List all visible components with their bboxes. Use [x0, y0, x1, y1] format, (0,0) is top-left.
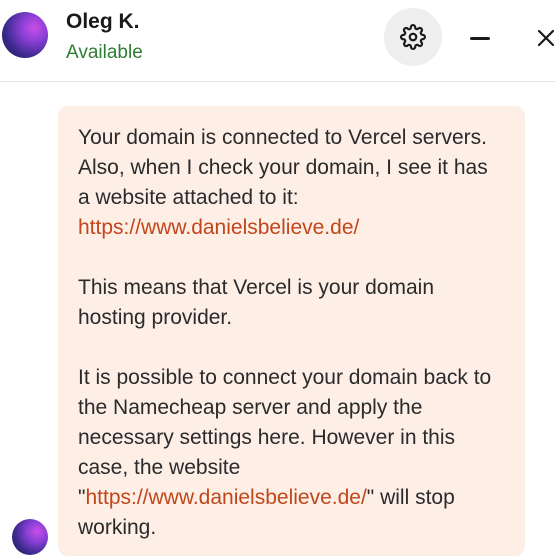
website-link[interactable]: https://www.danielsbelieve.de/ — [78, 216, 359, 239]
chat-header: Oleg K. Available — [0, 0, 556, 82]
minimize-button[interactable] — [462, 20, 498, 56]
minimize-icon — [470, 36, 490, 40]
close-button[interactable] — [528, 20, 556, 56]
chat-window: Oleg K. Available Your domain is connect… — [0, 0, 556, 560]
settings-button[interactable] — [384, 8, 442, 66]
close-icon — [537, 29, 555, 47]
agent-message-bubble: Your domain is connected to Vercel serve… — [58, 106, 525, 556]
gear-icon — [400, 24, 426, 50]
agent-avatar — [2, 12, 48, 58]
agent-name: Oleg K. — [66, 10, 140, 33]
message-avatar — [12, 519, 48, 555]
message-paragraph: This means that Vercel is your domain ho… — [78, 273, 505, 333]
message-text: Your domain is connected to Vercel serve… — [78, 126, 488, 209]
website-link[interactable]: https://www.danielsbelieve.de/ — [85, 486, 366, 509]
message-text: This means that Vercel is your domain ho… — [78, 276, 434, 329]
agent-status: Available — [66, 42, 143, 63]
message-paragraph: It is possible to connect your domain ba… — [78, 363, 505, 543]
message-paragraph: Your domain is connected to Vercel serve… — [78, 123, 505, 243]
